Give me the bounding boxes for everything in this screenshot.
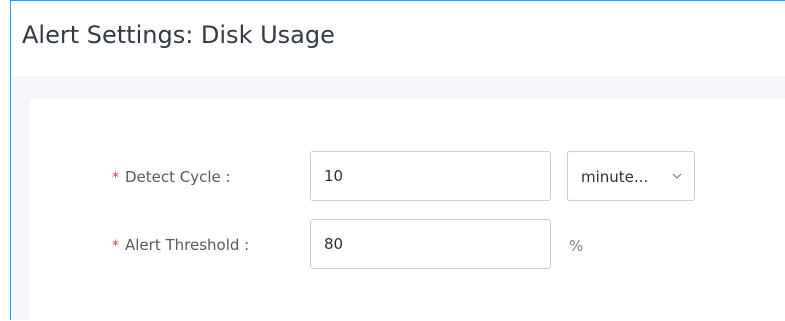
alert-threshold-input[interactable] [310, 219, 551, 269]
alert-settings-panel: Alert Settings: Disk Usage * Detect Cycle… [10, 0, 785, 321]
panel-header: Alert Settings: Disk Usage [11, 1, 785, 76]
detect-cycle-label-text: Detect Cycle : [125, 168, 231, 186]
page-title: Alert Settings: Disk Usage [22, 21, 335, 49]
detect-cycle-unit-select[interactable]: minute... [567, 151, 695, 201]
percent-unit-label: % [569, 237, 584, 255]
detect-cycle-label: * Detect Cycle : [112, 168, 231, 186]
detect-cycle-unit-value: minute... [581, 168, 649, 186]
chevron-down-icon [672, 173, 682, 179]
alert-threshold-label: * Alert Threshold : [112, 236, 249, 254]
required-mark: * [112, 238, 119, 254]
settings-form: * Detect Cycle : minute... * Alert Thresho… [30, 99, 785, 321]
alert-threshold-row: * Alert Threshold : % [30, 219, 785, 269]
detect-cycle-input[interactable] [310, 151, 551, 201]
required-mark: * [112, 170, 119, 186]
alert-threshold-label-text: Alert Threshold : [125, 236, 250, 254]
detect-cycle-row: * Detect Cycle : minute... [30, 151, 785, 201]
